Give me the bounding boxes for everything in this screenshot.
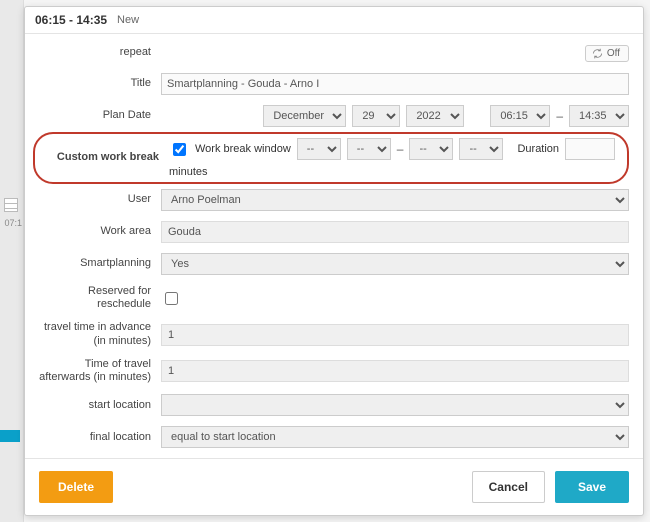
- row-smartplanning: Smartplanning Yes: [33, 248, 629, 280]
- break-dash: –: [397, 142, 404, 156]
- form-body: repeat Off Title Plan Date December 29 2…: [25, 34, 643, 458]
- save-button[interactable]: Save: [555, 471, 629, 503]
- plan-end-select[interactable]: 14:35: [569, 105, 629, 127]
- row-final-location: final location equal to start location: [33, 421, 629, 453]
- work-area-field[interactable]: Gouda: [161, 221, 629, 243]
- label-work-area: Work area: [33, 225, 161, 238]
- row-start-location: start location: [33, 389, 629, 421]
- refresh-icon: [592, 48, 603, 59]
- work-break-window-label: Work break window: [195, 143, 291, 155]
- custom-break-checkbox[interactable]: [173, 143, 186, 156]
- smartplanning-select[interactable]: Yes: [161, 253, 629, 275]
- plan-day-select[interactable]: 29: [352, 105, 400, 127]
- travel-after-field[interactable]: 1: [161, 360, 629, 382]
- travel-before-field[interactable]: 1: [161, 324, 629, 346]
- start-location-select[interactable]: [161, 394, 629, 416]
- cancel-button[interactable]: Cancel: [472, 471, 545, 503]
- row-work-area: Work area Gouda: [33, 216, 629, 248]
- header-time: 06:15 - 14:35: [35, 13, 107, 27]
- row-travel-before: travel time in advance (in minutes) 1: [33, 316, 629, 352]
- title-input[interactable]: [161, 73, 629, 95]
- row-reserved: Reserved for reschedule: [33, 280, 629, 316]
- duration-unit: minutes: [169, 166, 208, 178]
- user-select[interactable]: Arno Poelman: [161, 189, 629, 211]
- label-smartplanning: Smartplanning: [33, 257, 161, 270]
- grid-icon: [4, 198, 18, 212]
- timeline-slot: 07:1: [0, 218, 24, 228]
- delete-button[interactable]: Delete: [39, 471, 113, 503]
- duration-label: Duration: [517, 143, 559, 155]
- label-custom-break: Custom work break: [41, 151, 169, 164]
- label-final-location: final location: [33, 431, 161, 444]
- label-user: User: [33, 193, 161, 206]
- label-plan-date: Plan Date: [33, 109, 161, 122]
- plan-dash: –: [556, 109, 563, 123]
- label-reserved: Reserved for reschedule: [33, 285, 161, 311]
- row-plan-date: Plan Date December 29 2022 06:15 – 14:35: [33, 100, 629, 132]
- final-location-select[interactable]: equal to start location: [161, 426, 629, 448]
- repeat-toggle[interactable]: Off: [585, 45, 629, 62]
- row-title: Title: [33, 68, 629, 100]
- reserved-checkbox[interactable]: [165, 292, 178, 305]
- timeline-event: [0, 430, 20, 442]
- label-title: Title: [33, 77, 161, 90]
- break-h1-select[interactable]: --: [297, 138, 341, 160]
- row-repeat: repeat Off: [33, 38, 629, 68]
- event-modal: 06:15 - 14:35 New repeat Off Title Plan …: [24, 6, 644, 516]
- header-status: New: [117, 14, 139, 26]
- row-custom-break: Custom work break Work break window -- -…: [33, 132, 629, 184]
- modal-header: 06:15 - 14:35 New: [25, 7, 643, 34]
- label-start-location: start location: [33, 399, 161, 412]
- plan-start-select[interactable]: 06:15: [490, 105, 550, 127]
- duration-input[interactable]: [565, 138, 615, 160]
- row-user: User Arno Poelman: [33, 184, 629, 216]
- label-travel-after: Time of travel afterwards (in minutes): [33, 358, 161, 384]
- repeat-toggle-label: Off: [607, 48, 620, 59]
- label-repeat: repeat: [33, 46, 161, 59]
- break-m1-select[interactable]: --: [347, 138, 391, 160]
- plan-year-select[interactable]: 2022: [406, 105, 464, 127]
- break-h2-select[interactable]: --: [409, 138, 453, 160]
- modal-footer: Delete Cancel Save: [25, 458, 643, 515]
- row-travel-after: Time of travel afterwards (in minutes) 1: [33, 353, 629, 389]
- plan-month-select[interactable]: December: [263, 105, 346, 127]
- label-travel-before: travel time in advance (in minutes): [33, 321, 161, 347]
- break-m2-select[interactable]: --: [459, 138, 503, 160]
